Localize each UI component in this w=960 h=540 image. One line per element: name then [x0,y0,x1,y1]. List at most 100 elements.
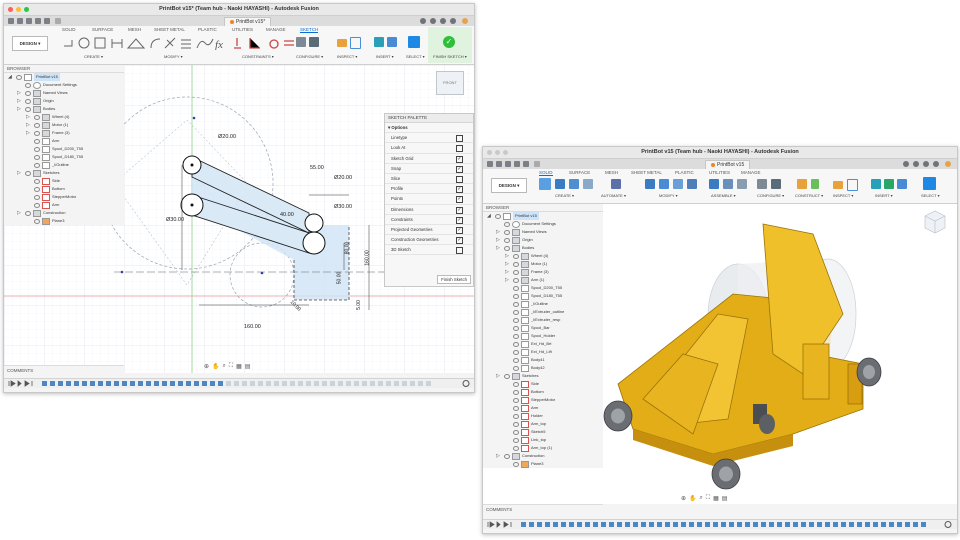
save-icon[interactable] [505,161,511,167]
visibility-eye-icon[interactable] [513,270,519,275]
pan-icon[interactable]: ✋ [689,495,696,502]
create-menu[interactable]: CREATE ▾ [84,54,103,59]
visibility-eye-icon[interactable] [504,238,510,243]
dim-55[interactable]: 55.00 [310,165,324,171]
insert-menu[interactable]: INSERT ▾ [875,193,893,198]
timeline-icons[interactable] [4,379,474,388]
expand-toggle-icon[interactable]: ▷ [505,276,509,284]
browser-item[interactable]: Link_top [483,436,603,444]
measure-icon[interactable] [833,181,843,189]
browser-item[interactable]: _l/Outline [483,300,603,308]
browser-item[interactable]: ▷ Named Views [483,228,603,236]
tab-plastic[interactable]: PLASTIC [198,27,217,32]
automate-menu[interactable]: AUTOMATE ▾ [601,193,626,198]
add-tab-icon[interactable] [420,18,426,24]
tab-manage[interactable]: MANAGE [741,170,761,175]
create-menu[interactable]: CREATE ▾ [555,193,574,198]
visibility-eye-icon[interactable] [34,115,40,120]
tab-plastic[interactable]: PLASTIC [675,170,694,175]
expand-toggle-icon[interactable]: ▷ [505,252,509,260]
comments-panel[interactable]: COMMENTS [4,365,124,375]
browser-item[interactable]: ▷ Motor (1) [4,121,124,129]
expand-toggle-icon[interactable]: ▷ [26,129,30,137]
refresh-icon[interactable] [430,18,436,24]
shell-icon[interactable] [687,179,697,189]
viewcube[interactable] [921,208,949,236]
select-icon[interactable] [408,36,420,48]
palette-option-row[interactable]: Linetype [385,133,473,144]
dim-5[interactable]: 5.00 [356,300,362,310]
insert-derive-icon[interactable] [871,179,881,189]
help-icon[interactable] [933,161,939,167]
expand-toggle-icon[interactable]: ▷ [17,105,21,113]
palette-finish-sketch-button[interactable]: Finish Sketch [437,275,471,284]
dim-d20-right[interactable]: Ø20.00 [334,175,352,181]
extrude-icon[interactable] [555,179,565,189]
palette-option-checkbox[interactable]: ✓ [456,186,463,194]
visibility-eye-icon[interactable] [513,414,519,419]
browser-item[interactable]: Sketch5 [483,428,603,436]
visibility-eye-icon[interactable] [513,310,519,315]
workspace-dropdown[interactable]: DESIGN ▾ [12,36,48,51]
create-tools-icons[interactable] [62,36,162,50]
select-menu[interactable]: SELECT ▾ [406,54,425,59]
chamfer-icon[interactable] [673,179,683,189]
tab-sketch[interactable]: SKETCH [300,27,319,33]
modify-menu[interactable]: MODIFY ▾ [164,54,183,59]
expand-toggle-icon[interactable]: ▷ [505,268,509,276]
assemble-menu[interactable]: ASSEMBLE ▾ [711,193,736,198]
timeline-bar[interactable] [4,378,474,388]
visibility-eye-icon[interactable] [513,262,519,267]
browser-item[interactable]: StepperMotor [4,193,124,201]
browser-item[interactable]: ▷ Frame (3) [483,268,603,276]
section-icon[interactable] [350,37,361,49]
palette-option-row[interactable]: Snap ✓ [385,164,473,174]
automate-icon[interactable] [611,179,621,189]
grid-menu-icon[interactable] [8,18,14,24]
browser-item[interactable]: Plane3 [483,460,603,468]
browser-item[interactable]: Spool_D180_T55 [483,292,603,300]
visibility-eye-icon[interactable] [513,462,519,467]
browser-item[interactable]: ▷ Sketches [483,372,603,380]
browser-item[interactable]: Ext_Hd_Brt [483,340,603,348]
visibility-eye-icon[interactable] [513,326,519,331]
expand-toggle-icon[interactable]: ▷ [26,113,30,121]
inspect-menu[interactable]: INSPECT ▾ [833,193,853,198]
visibility-eye-icon[interactable] [34,195,40,200]
configure-icon[interactable] [757,179,767,189]
browser-item[interactable]: Body42 [483,364,603,372]
visibility-eye-icon[interactable] [504,230,510,235]
browser-item[interactable]: _l/Outline [4,161,124,169]
configure-menu[interactable]: CONFIGURE ▾ [296,54,323,59]
tab-utilities[interactable]: UTILITIES [709,170,730,175]
expand-toggle-icon[interactable]: ▷ [17,209,21,217]
visibility-eye-icon[interactable] [513,294,519,299]
visibility-eye-icon[interactable] [34,203,40,208]
dim-50[interactable]: 50.00 [336,272,342,285]
orbit-icon[interactable]: ⊕ [204,363,209,370]
display-settings-icon[interactable]: ▦ [713,495,719,502]
visibility-eye-icon[interactable] [34,155,40,160]
expand-toggle-icon[interactable]: ▷ [496,228,500,236]
palette-option-row[interactable]: Construction Geometries ✓ [385,235,473,246]
visibility-eye-icon[interactable] [513,430,519,435]
tab-solid[interactable]: SOLID [62,27,76,32]
palette-option-checkbox[interactable]: ✓ [456,237,463,245]
table-icon[interactable] [309,37,319,47]
pan-icon[interactable]: ✋ [212,363,219,370]
browser-item[interactable]: Arm [4,137,124,145]
browser-item[interactable]: ▷ Bodies [483,244,603,252]
refresh-icon[interactable] [913,161,919,167]
checkmark-icon[interactable]: ✓ [443,36,455,48]
browser-item[interactable]: _l/Extruder_outline [483,308,603,316]
palette-option-row[interactable]: Look At [385,143,473,154]
visibility-eye-icon[interactable] [34,187,40,192]
insert-image-icon[interactable] [897,179,907,189]
visibility-eye-icon[interactable] [25,211,31,216]
visibility-eye-icon[interactable] [513,286,519,291]
help-icon[interactable] [450,18,456,24]
browser-item[interactable]: ▷ Sketches [4,169,124,177]
undo-icon[interactable] [35,18,41,24]
browser-item[interactable]: Spool_Holder [483,332,603,340]
expand-toggle-icon[interactable]: ▷ [17,169,21,177]
